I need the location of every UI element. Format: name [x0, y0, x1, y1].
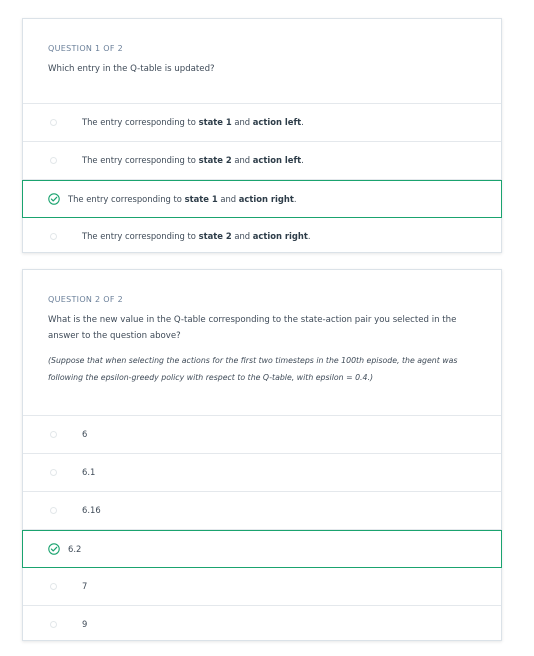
q2-option-label: 6.1 [82, 467, 96, 477]
question-1-header: QUESTION 1 OF 2 Which entry in the Q-tab… [23, 19, 501, 103]
q2-option-label: 9 [82, 619, 88, 629]
radio-icon[interactable] [50, 157, 57, 164]
q1-option-label: The entry corresponding to state 2 and a… [82, 155, 304, 165]
question-2-label: QUESTION 2 OF 2 [48, 295, 124, 304]
q2-option-5[interactable]: 7 [23, 568, 501, 606]
question-2-card: QUESTION 2 OF 2 What is the new value in… [22, 269, 502, 641]
q2-option-6[interactable]: 9 [23, 606, 501, 644]
q1-option-2[interactable]: The entry corresponding to state 2 and a… [23, 142, 501, 180]
q1-option-3-correct[interactable]: The entry corresponding to state 1 and a… [22, 180, 502, 218]
radio-icon[interactable] [50, 119, 57, 126]
question-2-options: 6 6.1 6.16 6.2 7 9 [22, 415, 502, 644]
q1-option-label: The entry corresponding to state 1 and a… [68, 194, 297, 204]
q2-option-3[interactable]: 6.16 [23, 492, 501, 530]
check-circle-icon [48, 543, 60, 555]
question-2-header: QUESTION 2 OF 2 What is the new value in… [23, 270, 501, 415]
q1-option-1[interactable]: The entry corresponding to state 1 and a… [23, 104, 501, 142]
radio-icon[interactable] [50, 583, 57, 590]
question-2-text: What is the new value in the Q-table cor… [48, 315, 457, 341]
question-2-note: (Suppose that when selecting the actions… [48, 356, 458, 382]
q2-option-label: 6.2 [68, 544, 82, 554]
question-1-label: QUESTION 1 OF 2 [48, 44, 124, 53]
q2-option-2[interactable]: 6.1 [23, 454, 501, 492]
question-1-text: Which entry in the Q-table is updated? [48, 64, 215, 74]
radio-icon[interactable] [50, 507, 57, 514]
radio-icon[interactable] [50, 431, 57, 438]
q1-option-label: The entry corresponding to state 2 and a… [82, 231, 311, 241]
radio-icon[interactable] [50, 621, 57, 628]
q1-option-label: The entry corresponding to state 1 and a… [82, 117, 304, 127]
q2-option-1[interactable]: 6 [23, 416, 501, 454]
radio-icon[interactable] [50, 233, 57, 240]
question-1-card: QUESTION 1 OF 2 Which entry in the Q-tab… [22, 18, 502, 253]
check-circle-icon [48, 193, 60, 205]
question-1-options: The entry corresponding to state 1 and a… [22, 103, 502, 256]
q2-option-label: 6 [82, 429, 88, 439]
q2-option-4-correct[interactable]: 6.2 [22, 530, 502, 568]
radio-icon[interactable] [50, 469, 57, 476]
q1-option-4[interactable]: The entry corresponding to state 2 and a… [23, 218, 501, 256]
q2-option-label: 7 [82, 581, 88, 591]
q2-option-label: 6.16 [82, 505, 101, 515]
